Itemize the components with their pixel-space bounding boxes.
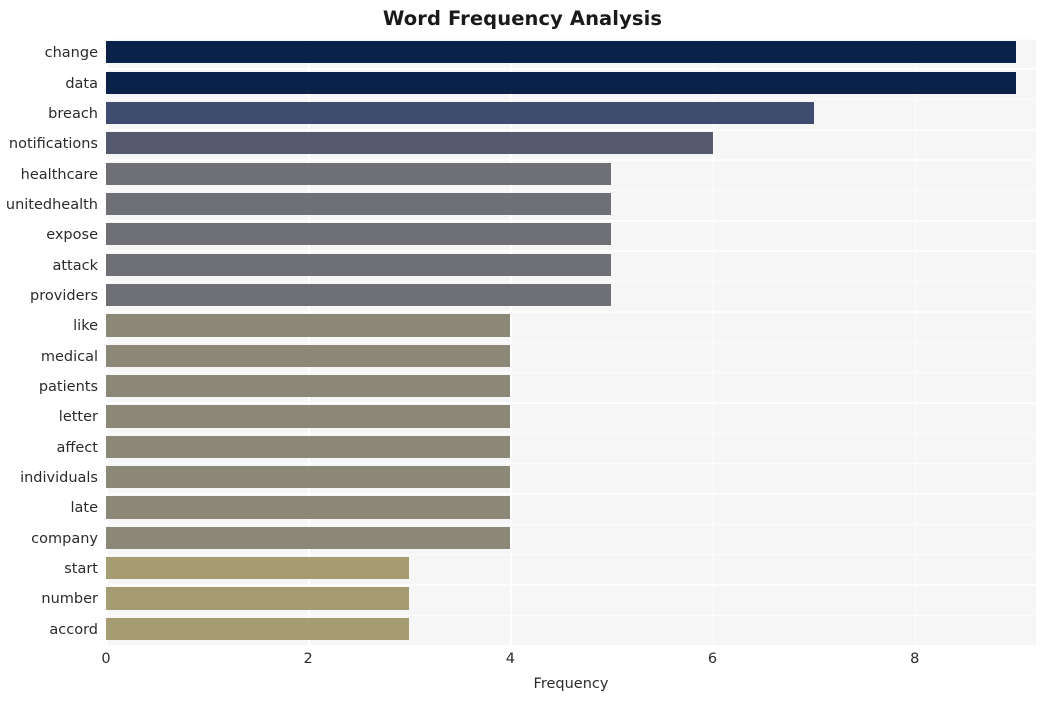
bar[interactable] <box>106 314 511 337</box>
bar[interactable] <box>106 132 713 155</box>
bar-row[interactable] <box>106 311 1036 340</box>
bar-row[interactable] <box>106 281 1036 310</box>
bar-row[interactable] <box>106 584 1036 613</box>
y-axis-tick-label: accord <box>49 621 98 638</box>
bar-row[interactable] <box>106 99 1036 128</box>
bar[interactable] <box>106 587 410 610</box>
bar[interactable] <box>106 101 814 125</box>
bar[interactable] <box>106 344 511 367</box>
y-axis-tick-label: medical <box>40 348 98 365</box>
y-axis-tick-label: affect <box>56 439 98 456</box>
x-axis-tick-label: 4 <box>505 651 515 667</box>
y-axis-tick-label: healthcare <box>20 166 98 183</box>
bar-row[interactable] <box>106 615 1036 644</box>
y-axis-tick-label: start <box>64 561 98 578</box>
bar[interactable] <box>106 496 511 519</box>
x-axis-tick-label: 0 <box>101 651 111 667</box>
y-axis-tick-label: letter <box>58 409 98 426</box>
y-axis-tick-label: number <box>41 591 98 608</box>
bar-row[interactable] <box>106 402 1036 431</box>
y-axis-tick-label: attack <box>52 257 98 274</box>
x-axis-tick-labels: 0 2 4 6 8 <box>0 651 1045 673</box>
bar[interactable] <box>106 71 1016 94</box>
bar-row[interactable] <box>106 463 1036 492</box>
bar-row[interactable] <box>106 493 1036 522</box>
x-axis-tick-label: 2 <box>303 651 313 667</box>
bar[interactable] <box>106 375 511 398</box>
bar[interactable] <box>106 192 612 216</box>
bar-row[interactable] <box>106 524 1036 553</box>
bar[interactable] <box>106 41 1016 64</box>
y-axis-tick-label: data <box>65 75 98 92</box>
bar-row[interactable] <box>106 68 1036 97</box>
chart-title: Word Frequency Analysis <box>382 7 663 30</box>
bar[interactable] <box>106 162 612 185</box>
y-axis-tick-label: change <box>44 45 98 62</box>
y-axis-tick-label: company <box>31 530 98 547</box>
y-axis-tick-label: unitedhealth <box>5 196 98 213</box>
x-axis-title: Frequency <box>533 676 609 692</box>
bar[interactable] <box>106 253 612 276</box>
x-axis-tick-label: 6 <box>707 651 718 667</box>
x-axis-tick-label: 8 <box>910 651 920 667</box>
y-axis-tick-label: expose <box>46 227 98 244</box>
bar-row[interactable] <box>106 342 1036 371</box>
y-axis-tick-label: notifications <box>8 136 98 153</box>
bar-row[interactable] <box>106 372 1036 401</box>
chart-figure: Word Frequency Analysis change data breach… <box>0 0 1045 701</box>
bar[interactable] <box>106 405 511 428</box>
bar[interactable] <box>106 283 612 307</box>
y-axis-tick-label: like <box>73 318 98 335</box>
bar-row[interactable] <box>106 38 1036 67</box>
bar[interactable] <box>106 466 511 489</box>
bar-row[interactable] <box>106 554 1036 583</box>
plot-area <box>106 38 1036 645</box>
bar[interactable] <box>106 557 410 580</box>
bar-row[interactable] <box>106 129 1036 158</box>
bar[interactable] <box>106 223 612 246</box>
bar[interactable] <box>106 435 511 458</box>
bar-row[interactable] <box>106 220 1036 249</box>
bar-row[interactable] <box>106 250 1036 279</box>
y-axis-tick-label: breach <box>48 105 98 122</box>
y-axis-tick-label: late <box>70 500 98 517</box>
bar-row[interactable] <box>106 159 1036 188</box>
bar-row[interactable] <box>106 433 1036 462</box>
bar-row[interactable] <box>106 190 1036 219</box>
y-axis-tick-label: individuals <box>20 470 98 487</box>
bar[interactable] <box>106 617 410 641</box>
y-axis-tick-labels: change data breach notifications healthcare u… <box>0 38 98 645</box>
y-axis-tick-label: patients <box>38 379 98 396</box>
bar[interactable] <box>106 526 511 549</box>
y-axis-tick-label: providers <box>30 287 98 304</box>
